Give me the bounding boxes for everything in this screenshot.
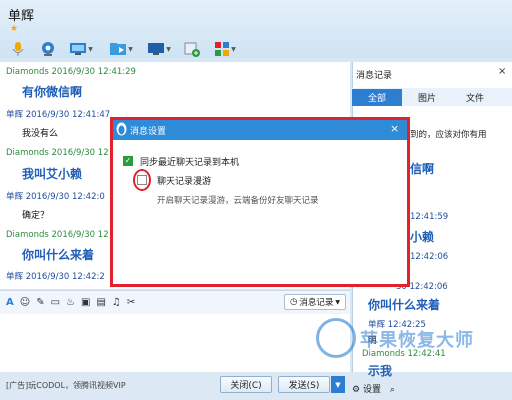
message-text: 我叫艾小赖	[22, 167, 83, 181]
microphone-icon[interactable]	[6, 40, 30, 58]
gear-icon[interactable]: ⚙	[352, 385, 360, 395]
emoji-icon[interactable]: ☺	[20, 297, 30, 308]
panel-message: 12:41:59	[410, 212, 449, 222]
message-record-button[interactable]: ◷ 消息记录 ▼	[284, 294, 346, 310]
magic-icon[interactable]: ✎	[36, 297, 44, 308]
message-meta: 单辉 2016/9/30 12:42:2	[6, 272, 105, 282]
sync-label: 同步最近聊天记录到本机	[140, 158, 240, 168]
monitor-icon[interactable]: ▼	[142, 40, 176, 58]
clock-icon: ◷	[289, 297, 298, 307]
message-record-label: 消息记录	[299, 298, 334, 308]
close-button[interactable]: 关闭(C)	[220, 376, 272, 393]
chevron-down-icon: ▼	[335, 298, 341, 306]
message-meta: 单辉 2016/9/30 12:42:0	[6, 192, 105, 202]
roaming-checkbox[interactable]	[137, 175, 147, 185]
watermark-text: 苹果恢复大师	[360, 330, 474, 351]
panel-message: 小赖	[410, 230, 435, 244]
message-text: 我没有么	[22, 129, 59, 139]
panel-message: 示我	[368, 364, 393, 378]
message-meta: Diamonds 2016/9/30 12:41:29	[6, 67, 136, 77]
document-icon[interactable]: ▤	[96, 297, 105, 308]
message-meta: 单辉 2016/9/30 12:41:47	[6, 110, 111, 120]
image-icon[interactable]: ▣	[81, 297, 90, 308]
tab-images[interactable]: 图片	[418, 90, 436, 104]
panel-message: 你叫什么来着	[368, 298, 441, 312]
panel-title: 消息记录	[356, 71, 393, 81]
message-text: 你叫什么来着	[22, 248, 95, 262]
sync-checkbox[interactable]: ✓	[123, 156, 133, 166]
dialog-close-icon[interactable]: ×	[390, 122, 399, 135]
add-group-icon[interactable]	[180, 40, 204, 58]
font-icon[interactable]: A	[6, 297, 14, 308]
scissors-icon[interactable]: ✂	[127, 297, 135, 308]
send-options-chevron-icon[interactable]: ▼	[331, 376, 345, 393]
message-text: 确定？	[22, 211, 50, 221]
panel-message: 到的，应该对你有用	[410, 130, 487, 140]
panel-close-icon[interactable]: ×	[498, 66, 506, 77]
message-meta: Diamonds 2016/9/30 12	[6, 230, 109, 240]
folder-icon[interactable]: ▼	[104, 40, 138, 58]
tab-all[interactable]: 全部	[352, 89, 402, 106]
apps-icon[interactable]: ▼	[208, 40, 242, 58]
message-meta: Diamonds 2016/9/30 12	[6, 148, 109, 158]
message-input[interactable]	[0, 314, 350, 372]
ad-link[interactable]: [广告]玩CODOL，领腾讯视频VIP	[6, 380, 126, 391]
star-icon: ★	[10, 24, 19, 34]
search-icon[interactable]: ⌕	[390, 385, 395, 395]
qq-penguin-icon	[116, 122, 127, 136]
screen-share-icon[interactable]: ▼	[64, 40, 98, 58]
music-icon[interactable]: ♫	[112, 297, 121, 308]
message-text: 有你微信啊	[22, 85, 83, 99]
settings-link[interactable]: 设置	[363, 385, 381, 395]
crop-icon[interactable]: ▭	[51, 297, 60, 308]
roaming-label: 聊天记录漫游	[157, 177, 212, 187]
panel-footer: ⚙ 设置 ⌕	[352, 382, 395, 395]
dialog-title: 消息设置	[130, 127, 167, 137]
voice-icon[interactable]: ♨	[66, 297, 75, 308]
window-title: 单辉	[8, 9, 35, 24]
send-button[interactable]: 发送(S)	[278, 376, 330, 393]
tab-files[interactable]: 文件	[466, 90, 484, 104]
webcam-icon[interactable]	[36, 40, 60, 58]
panel-message: 信啊	[410, 162, 435, 176]
roaming-description: 开启聊天记录漫游，云端备份好友聊天记录	[157, 196, 319, 206]
panel-message: 12:42:06	[410, 252, 449, 262]
watermark-logo	[316, 318, 356, 358]
